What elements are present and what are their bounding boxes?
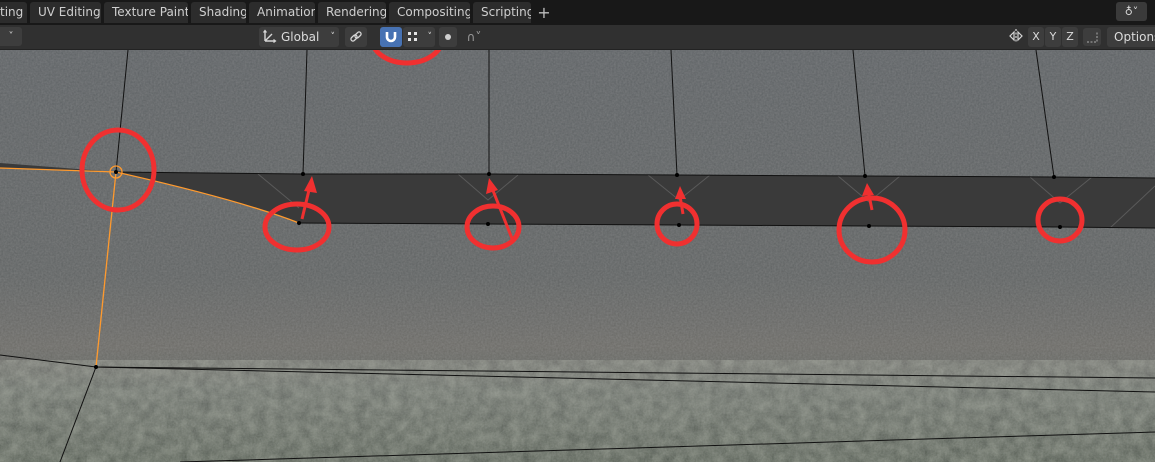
- chevron-down-icon: ˅: [330, 32, 336, 42]
- scene-selector[interactable]: ♁˅: [1116, 2, 1147, 21]
- mirror-axis-z[interactable]: Z: [1062, 27, 1078, 47]
- link-icon: [349, 31, 363, 47]
- viewport-canvas[interactable]: [0, 50, 1155, 462]
- gravel-grain: [0, 360, 1155, 462]
- pivot-link-button[interactable]: [345, 27, 367, 47]
- mirror-axis-y[interactable]: Y: [1045, 27, 1061, 47]
- proportional-edit-button[interactable]: [439, 27, 457, 47]
- overlay-toggle-button[interactable]: [1083, 28, 1101, 46]
- tab-scripting[interactable]: Scripting: [473, 2, 531, 23]
- mode-dropdown-partial[interactable]: ˅: [0, 27, 22, 46]
- tab-layout-partial[interactable]: ting: [0, 2, 27, 23]
- tab-shading[interactable]: Shading: [191, 2, 246, 23]
- magnet-icon: [384, 32, 398, 47]
- mirror-axis-x[interactable]: X: [1028, 27, 1044, 47]
- snap-toggle-button[interactable]: [380, 27, 402, 47]
- options-button[interactable]: Options: [1107, 27, 1155, 47]
- 3d-viewport[interactable]: [0, 50, 1155, 462]
- snap-element-dropdown[interactable]: ˅: [403, 27, 435, 47]
- tab-rendering[interactable]: Rendering: [318, 2, 386, 23]
- orientation-label: Global: [281, 30, 320, 44]
- workspace-tabbar: ting UV Editing Texture Paint Shading An…: [0, 0, 1155, 26]
- tab-compositing[interactable]: Compositing: [389, 2, 470, 23]
- mirror-icon[interactable]: [1007, 28, 1025, 46]
- snap-vertex-icon: [407, 32, 419, 46]
- proportional-falloff-dropdown[interactable]: ∩˅: [459, 27, 489, 47]
- transform-orientation-icon: [263, 27, 281, 47]
- corner-grip-icon: [1087, 32, 1098, 43]
- tab-uv-editing[interactable]: UV Editing: [30, 2, 101, 23]
- tab-texture-paint[interactable]: Texture Paint: [104, 2, 188, 23]
- tab-animation[interactable]: Animation: [249, 2, 315, 23]
- add-workspace-button[interactable]: +: [534, 2, 554, 23]
- proportional-edit-icon: [443, 31, 453, 45]
- transform-orientation-dropdown[interactable]: Global ˅: [259, 27, 339, 47]
- viewport-header: ˅ Global ˅ ˅ ∩˅ X Y Z Option: [0, 25, 1155, 50]
- chevron-down-icon: ˅: [427, 32, 433, 42]
